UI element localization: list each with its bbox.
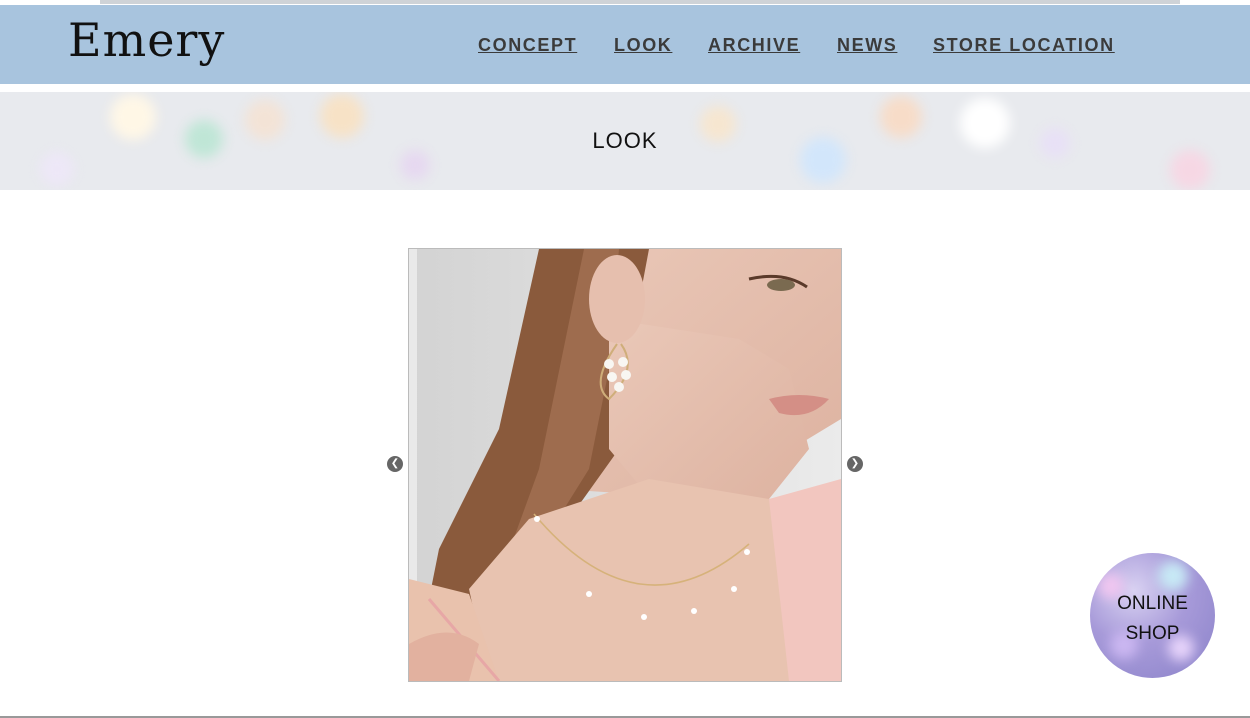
- bokeh-light: [1170, 150, 1210, 190]
- online-shop-button[interactable]: ONLINE SHOP: [1090, 553, 1215, 678]
- online-shop-line1: ONLINE: [1117, 593, 1188, 614]
- slider-next-button[interactable]: ❯: [847, 456, 863, 472]
- page-title: LOOK: [592, 128, 658, 153]
- site-header: Emery CONCEPT LOOK ARCHIVE NEWS STORE LO…: [0, 5, 1250, 84]
- nav-item-store-location[interactable]: STORE LOCATION: [933, 35, 1115, 56]
- page-banner: LOOK: [0, 92, 1250, 190]
- bokeh-light: [40, 152, 74, 186]
- bokeh-light: [400, 150, 430, 180]
- chevron-left-icon: ❮: [390, 458, 400, 469]
- sparkle: [1158, 561, 1188, 591]
- model-photo: [409, 249, 841, 681]
- slider-prev-button[interactable]: ❮: [387, 456, 403, 472]
- look-slider-image: [408, 248, 842, 682]
- nav-item-archive[interactable]: ARCHIVE: [708, 35, 800, 56]
- site-logo[interactable]: Emery: [68, 13, 225, 67]
- chevron-right-icon: ❯: [850, 458, 860, 469]
- nav-item-look[interactable]: LOOK: [614, 35, 672, 56]
- top-divider: [100, 0, 1180, 4]
- online-shop-line2: SHOP: [1125, 623, 1180, 644]
- nav-item-news[interactable]: NEWS: [837, 35, 897, 56]
- online-shop-label: ONLINE SHOP: [1090, 589, 1215, 649]
- nav-item-concept[interactable]: CONCEPT: [478, 35, 577, 56]
